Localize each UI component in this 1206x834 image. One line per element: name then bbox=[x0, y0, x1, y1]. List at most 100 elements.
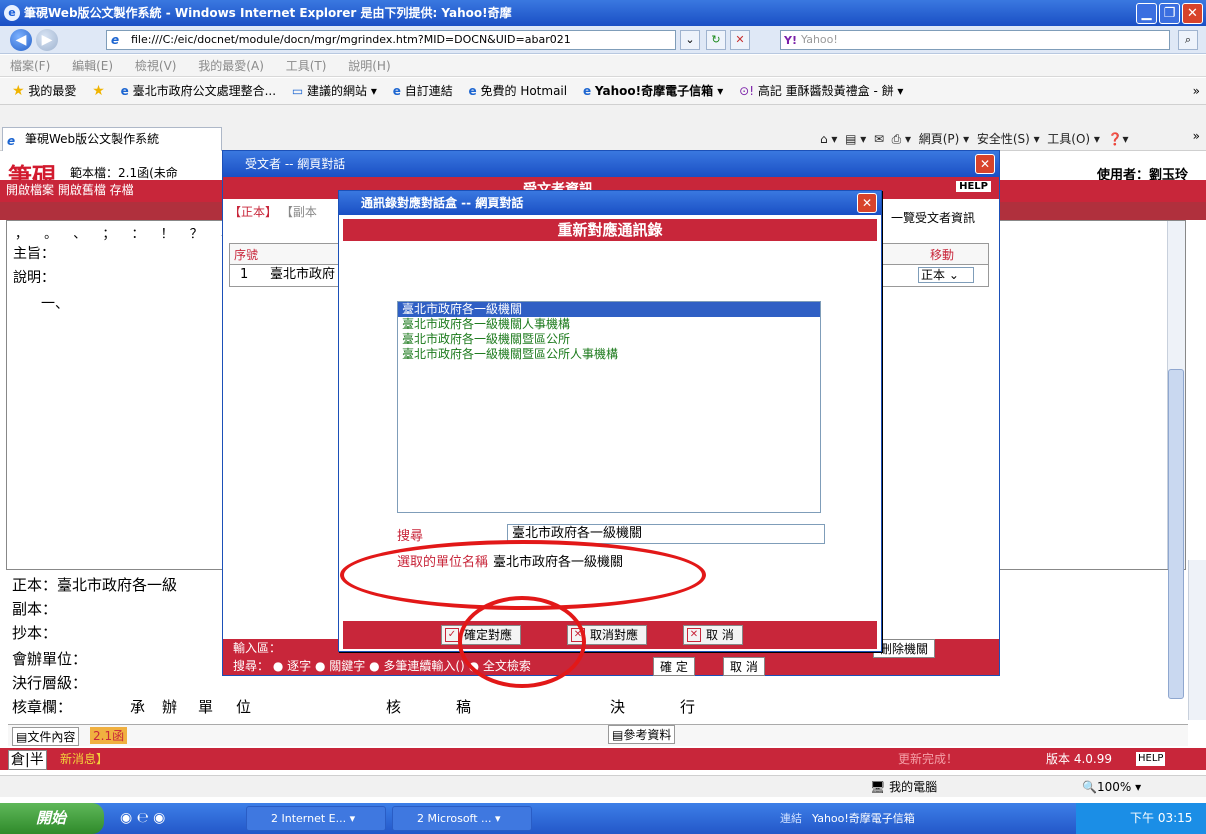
refresh-icon[interactable]: ↻ bbox=[706, 30, 726, 50]
zone-label: 🖥 我的電腦 bbox=[870, 780, 938, 794]
file-toolbar-label[interactable]: 開啟檔案 開啟舊檔 存檔 bbox=[6, 183, 134, 197]
row-move-select[interactable]: 正本 ⌄ bbox=[918, 267, 974, 283]
recipients-help-button[interactable]: HELP bbox=[956, 181, 991, 192]
mapping-button-bar: ✓ 確定對應 ✕ 取消對應 ✕ 取 消 bbox=[343, 621, 877, 649]
document-tabs: ▤文件內容 2.1函 ▤參考資料 bbox=[8, 724, 1188, 746]
search-input[interactable]: Y! Yahoo! bbox=[780, 30, 1170, 50]
ie-status-bar: 🖥 我的電腦 🔍100% ▾ bbox=[0, 775, 1206, 797]
fav-link-4[interactable]: e 免費的 Hotmail bbox=[469, 78, 568, 104]
add-favorite-icon[interactable]: ★ bbox=[92, 78, 105, 104]
links-label[interactable]: 連結 bbox=[780, 803, 802, 834]
stop-icon[interactable]: ✕ bbox=[730, 30, 750, 50]
ime-indicator[interactable]: 倉|半 bbox=[8, 750, 47, 770]
subject-label: 主旨： bbox=[13, 246, 55, 262]
fav-link-1[interactable]: e 臺北市政府公文處理整合... bbox=[121, 78, 276, 104]
minimize-button[interactable]: ▁ bbox=[1136, 3, 1157, 24]
favorites-button[interactable]: ★ 我的最愛 bbox=[12, 78, 76, 104]
scrollbar-thumb[interactable] bbox=[1168, 369, 1184, 699]
cmd-page[interactable]: 網頁(P) ▾ bbox=[919, 132, 969, 146]
search-icon[interactable]: ⌕ bbox=[1178, 30, 1198, 50]
taskbar-item-word[interactable]: 2 Microsoft ... ▾ bbox=[392, 806, 532, 831]
fav-link-5[interactable]: e Yahoo!奇摩電子信箱 ▾ bbox=[583, 78, 723, 104]
col-seq: 序號 bbox=[234, 248, 259, 262]
input-area-label: 輸入區： bbox=[233, 641, 282, 655]
list-item[interactable]: 臺北市政府各一級機關暨區公所人事機構 bbox=[398, 347, 820, 362]
list-item[interactable]: 臺北市政府各一級機關暨區公所 bbox=[398, 332, 820, 347]
menu-view[interactable]: 檢視(V) bbox=[135, 59, 177, 73]
recipient-copy: 副本： bbox=[12, 600, 58, 618]
row-seq: 1 bbox=[240, 267, 249, 282]
col-move: 移動 bbox=[930, 248, 955, 262]
x-icon: ✕ bbox=[687, 628, 701, 642]
approval-col-8: 行 bbox=[680, 698, 696, 716]
fav-link-3[interactable]: e 自訂連結 bbox=[393, 78, 453, 104]
feeds-icon[interactable]: ▤ ▾ bbox=[845, 132, 866, 146]
system-tray: 下午 03:15 bbox=[1076, 803, 1206, 834]
menu-favorites[interactable]: 我的最愛(A) bbox=[198, 59, 264, 73]
doc-content-tab[interactable]: ▤文件內容 bbox=[12, 727, 80, 746]
menu-edit[interactable]: 編輯(E) bbox=[72, 59, 113, 73]
approval-col-6: 稿 bbox=[456, 698, 472, 716]
decision-level-label: 決行層級： bbox=[12, 674, 88, 692]
fav-link-6[interactable]: ⊙! 高記 重酥醬殼黃禮盒 - 餅 ▾ bbox=[739, 78, 903, 104]
recipients-close-button[interactable]: ✕ bbox=[975, 154, 995, 174]
recipients-cancel-button[interactable]: 取 消 bbox=[723, 657, 765, 676]
approval-col-5: 核 bbox=[386, 698, 402, 716]
mapping-dialog-titlebar: 通訊錄對應對話盒 -- 網頁對話 ✕ bbox=[339, 191, 881, 215]
menu-tools[interactable]: 工具(T) bbox=[286, 59, 327, 73]
cmdbar-overflow-icon[interactable]: » bbox=[1193, 129, 1200, 143]
recipients-dialog-titlebar: 受文者 -- 網頁對話 ✕ bbox=[223, 151, 999, 177]
mapping-close-button[interactable]: ✕ bbox=[857, 193, 877, 213]
item-one: 一、 bbox=[41, 296, 69, 312]
ie-icon: e bbox=[4, 5, 20, 21]
quicklaunch-icons[interactable]: ◉ ℮ ◉ bbox=[120, 803, 165, 834]
cmd-tools[interactable]: 工具(O) ▾ bbox=[1047, 132, 1100, 146]
cancel-button[interactable]: ✕ 取 消 bbox=[683, 625, 743, 645]
row-name: 臺北市政府 bbox=[270, 267, 336, 282]
home-icon[interactable]: ⌂ ▾ bbox=[820, 132, 837, 146]
favbar-overflow-icon[interactable]: » bbox=[1193, 78, 1200, 104]
list-item[interactable]: 臺北市政府各一級機關 bbox=[398, 302, 820, 317]
address-input[interactable]: e file:///C:/eic/docnet/module/docn/mgr/… bbox=[106, 30, 676, 50]
favorites-bar: ★ 我的最愛 ★ e 臺北市政府公文處理整合... ▭ 建議的網站 ▾ e 自訂… bbox=[0, 78, 1206, 105]
menu-file[interactable]: 檔案(F) bbox=[10, 59, 50, 73]
address-bar: ◀ ▶ e file:///C:/eic/docnet/module/docn/… bbox=[0, 26, 1206, 54]
command-bar: ⌂ ▾ ▤ ▾ ✉ ⎙ ▾ 網頁(P) ▾ 安全性(S) ▾ 工具(O) ▾ ❓… bbox=[820, 129, 1129, 149]
clock: 下午 03:15 bbox=[1130, 811, 1193, 825]
window-title-bar: e 筆硯Web版公文製作系統 - Windows Internet Explor… bbox=[0, 0, 1206, 26]
zoom-control[interactable]: 🔍100% ▾ bbox=[1082, 776, 1141, 798]
forward-button[interactable]: ▶ bbox=[36, 29, 58, 51]
list-item[interactable]: 臺北市政府各一級機關人事機構 bbox=[398, 317, 820, 332]
editor-scrollbar[interactable] bbox=[1167, 221, 1185, 699]
print-icon[interactable]: ⎙ ▾ bbox=[892, 132, 911, 146]
template-name: 範本檔：2.1函(未命 bbox=[70, 166, 178, 180]
help-icon[interactable]: ❓▾ bbox=[1108, 132, 1129, 146]
recipients-confirm-button[interactable]: 確 定 bbox=[653, 657, 695, 676]
page-scrollbar[interactable] bbox=[1188, 560, 1206, 720]
tab-bar: e 筆硯Web版公文製作系統 ⌂ ▾ ▤ ▾ ✉ ⎙ ▾ 網頁(P) ▾ 安全性… bbox=[0, 105, 1206, 151]
approval-col-4: 位 bbox=[236, 698, 252, 716]
reference-button[interactable]: ▤參考資料 bbox=[608, 725, 676, 744]
taskbar-item-ie[interactable]: 2 Internet E... ▾ bbox=[246, 806, 386, 831]
tray-yahoo-mail[interactable]: Yahoo!奇摩電子信箱 bbox=[812, 803, 915, 834]
news-label[interactable]: 新消息】 bbox=[60, 748, 108, 770]
cmd-safety[interactable]: 安全性(S) ▾ bbox=[977, 132, 1040, 146]
maximize-button[interactable]: ❐ bbox=[1159, 3, 1180, 24]
tab-main[interactable]: e 筆硯Web版公文製作系統 bbox=[2, 127, 222, 151]
start-button[interactable]: 開始 bbox=[0, 803, 104, 834]
back-button[interactable]: ◀ bbox=[10, 29, 32, 51]
mail-icon[interactable]: ✉ bbox=[874, 132, 884, 146]
delete-agency-button[interactable]: 刪除機關 bbox=[873, 639, 936, 658]
star-icon: ★ bbox=[12, 83, 25, 99]
tab-main-recipient[interactable]: 【正本】 【副本 bbox=[229, 203, 317, 220]
update-status: 更新完成！ bbox=[898, 752, 959, 766]
menu-help[interactable]: 說明(H) bbox=[348, 59, 390, 73]
address-book-list[interactable]: 臺北市政府各一級機關 臺北市政府各一級機關人事機構 臺北市政府各一級機關暨區公所… bbox=[397, 301, 821, 513]
co-units-label: 會辦單位： bbox=[12, 650, 88, 668]
doc-type-tab[interactable]: 2.1函 bbox=[90, 727, 128, 744]
fav-link-2[interactable]: ▭ 建議的網站 ▾ bbox=[292, 78, 377, 104]
help-button[interactable]: HELP bbox=[1136, 752, 1166, 766]
close-button[interactable]: ✕ bbox=[1182, 3, 1203, 24]
address-dropdown-icon[interactable]: ⌄ bbox=[680, 30, 700, 50]
list-all-recipients[interactable]: 一覽受文者資訊 bbox=[891, 209, 975, 226]
